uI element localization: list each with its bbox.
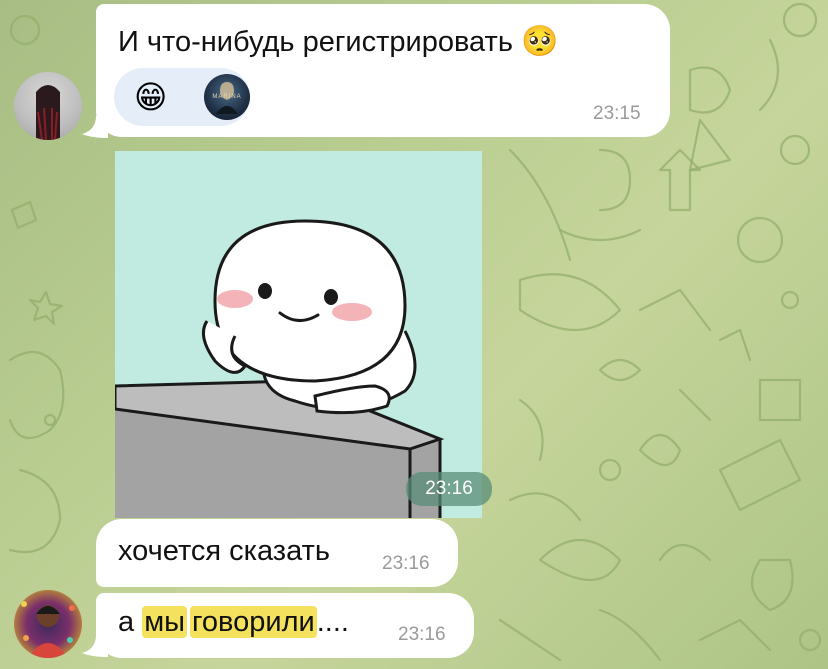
- message-bubble[interactable]: хочется сказать 23:16: [96, 519, 458, 587]
- message-time: 23:16: [382, 553, 430, 574]
- message-word: а: [118, 606, 135, 638]
- message-word: ....: [316, 606, 349, 638]
- bubble-tail: [82, 116, 108, 138]
- reactor-avatar-label: MARINA: [212, 94, 242, 100]
- sender-avatar[interactable]: [14, 72, 82, 140]
- reactor-avatar-icon[interactable]: MARINA: [204, 74, 250, 120]
- avatar-figure: [36, 85, 60, 140]
- message-text: И что-нибудь регистрировать: [118, 26, 513, 58]
- pleading-face-emoji: 🥺: [521, 25, 559, 58]
- avatar-figure: [21, 601, 75, 658]
- chat-view: И что-нибудь регистрировать 🥺 😁 MARINA 2…: [0, 0, 828, 669]
- message-bubble[interactable]: а мы говорили.... 23:16: [96, 593, 474, 658]
- sender-avatar[interactable]: [14, 590, 82, 658]
- sticker-message[interactable]: [115, 151, 482, 518]
- message-time: 23:15: [593, 103, 641, 124]
- highlighted-word: мы: [142, 606, 187, 638]
- highlighted-word: говорили: [189, 606, 317, 638]
- message-text: а мы говорили....: [118, 606, 349, 639]
- message-bubble[interactable]: И что-нибудь регистрировать 🥺 😁 MARINA 2…: [96, 4, 670, 137]
- message-text: хочется сказать: [118, 535, 330, 567]
- cute-blob-thinking-sticker-icon: [115, 219, 445, 518]
- sticker-time: 23:16: [406, 472, 492, 506]
- bubble-tail: [82, 635, 108, 657]
- reaction-pill[interactable]: 😁 MARINA: [114, 68, 250, 126]
- grinning-face-emoji-icon: 😁: [134, 79, 168, 115]
- message-time: 23:16: [398, 624, 446, 645]
